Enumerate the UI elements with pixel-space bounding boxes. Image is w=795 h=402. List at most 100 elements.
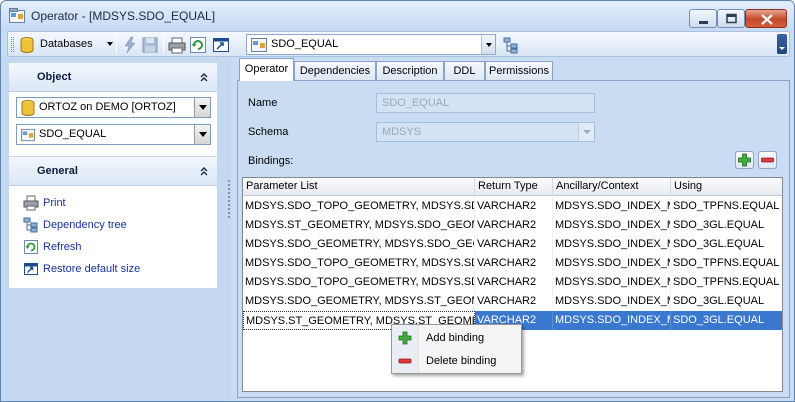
- window-title: Operator - [MDSYS.SDO_EQUAL]: [31, 9, 216, 23]
- bindings-label: Bindings:: [248, 155, 294, 167]
- printer-icon: [23, 195, 39, 211]
- object-selector-value: SDO_EQUAL: [271, 38, 339, 50]
- database-icon: [21, 100, 35, 116]
- context-menu-item-label: Add binding: [426, 332, 485, 344]
- column-header-ancillary-context[interactable]: Ancillary/Context: [553, 178, 671, 196]
- table-row[interactable]: MDSYS.SDO_TOPO_GEOMETRY, MDSYS.SDO_TOPO_…: [243, 197, 782, 216]
- object-selector-combo[interactable]: SDO_EQUAL: [246, 34, 496, 55]
- name-field[interactable]: SDO_EQUAL: [376, 93, 595, 113]
- column-header-using[interactable]: Using: [671, 178, 782, 196]
- tab-ddl[interactable]: DDL: [444, 61, 485, 80]
- schema-combo-value: MDSYS: [382, 126, 422, 138]
- name-field-value: SDO_EQUAL: [382, 97, 450, 109]
- cell-using[interactable]: SDO_3GL.EQUAL: [671, 216, 782, 235]
- cell-return-type[interactable]: VARCHAR2: [475, 273, 553, 292]
- table-row[interactable]: MDSYS.ST_GEOMETRY, MDSYS.SDO_GEOMETRYVAR…: [243, 216, 782, 235]
- database-combo[interactable]: ORTOZ on DEMO [ORTOZ]: [16, 97, 211, 118]
- delete-icon: [398, 358, 412, 364]
- nav-item-label: Print: [43, 197, 66, 209]
- column-header-parameter-list[interactable]: Parameter List: [243, 178, 475, 196]
- chevron-down-icon[interactable]: [481, 35, 495, 54]
- object-combo[interactable]: SDO_EQUAL: [16, 124, 211, 145]
- cell-parameter-list[interactable]: MDSYS.SDO_TOPO_GEOMETRY, MDSYS.SDO_TOPO_…: [243, 197, 475, 216]
- cell-using[interactable]: SDO_TPFNS.EQUAL: [671, 197, 782, 216]
- context-menu-add-binding[interactable]: Add binding: [392, 327, 521, 349]
- compile-icon[interactable]: [121, 36, 139, 54]
- cell-using[interactable]: SDO_3GL.EQUAL: [671, 292, 782, 311]
- cell-ancillary-context[interactable]: MDSYS.SDO_INDEX_METHOD: [553, 292, 671, 311]
- add-icon: [398, 331, 412, 345]
- context-menu-delete-binding[interactable]: Delete binding: [392, 350, 521, 372]
- tab-permissions[interactable]: Permissions: [485, 61, 553, 80]
- collapse-icon[interactable]: [199, 72, 209, 82]
- tab-description-label: Description: [382, 65, 438, 77]
- tab-ddl-label: DDL: [453, 65, 476, 77]
- tab-permissions-label: Permissions: [489, 65, 549, 77]
- collapse-icon[interactable]: [199, 166, 209, 176]
- nav-item-label: Dependency tree: [43, 219, 127, 231]
- databases-menu[interactable]: Databases: [40, 38, 93, 50]
- general-panel-header[interactable]: General: [9, 157, 217, 186]
- chevron-down-icon[interactable]: [194, 125, 210, 144]
- cell-parameter-list[interactable]: MDSYS.ST_GEOMETRY, MDSYS.SDO_GEOMETRY: [243, 216, 475, 235]
- column-header-return-type[interactable]: Return Type: [475, 178, 553, 196]
- table-row[interactable]: MDSYS.SDO_GEOMETRY, MDSYS.SDO_GEOMETRYVA…: [243, 235, 782, 254]
- minimize-button[interactable]: [689, 9, 717, 28]
- cell-ancillary-context[interactable]: MDSYS.SDO_INDEX_METHOD: [553, 311, 671, 330]
- dependency-tree-icon: [23, 217, 38, 233]
- cell-return-type[interactable]: VARCHAR2: [475, 254, 553, 273]
- restore-size-icon: [24, 263, 38, 275]
- object-panel-header[interactable]: Object: [9, 63, 217, 92]
- object-tree-icon[interactable]: [502, 36, 520, 54]
- schema-combo[interactable]: MDSYS: [376, 122, 595, 142]
- cell-parameter-list[interactable]: MDSYS.SDO_GEOMETRY, MDSYS.ST_GEOMETRY: [243, 292, 475, 311]
- chevron-down-icon[interactable]: [578, 123, 594, 141]
- cell-parameter-list[interactable]: MDSYS.SDO_GEOMETRY, MDSYS.SDO_GEOMETRY: [243, 235, 475, 254]
- cell-using[interactable]: SDO_TPFNS.EQUAL: [671, 254, 782, 273]
- toolbar-grip[interactable]: [11, 37, 14, 52]
- cell-ancillary-context[interactable]: MDSYS.SDO_INDEX_METHOD: [553, 235, 671, 254]
- cell-parameter-list[interactable]: MDSYS.SDO_TOPO_GEOMETRY, MDSYS.SDO_TOPO_…: [243, 273, 475, 292]
- maximize-icon: [726, 13, 737, 24]
- table-row[interactable]: MDSYS.SDO_TOPO_GEOMETRY, MDSYS.SDO_TOPO_…: [243, 254, 782, 273]
- add-binding-button[interactable]: [735, 151, 754, 169]
- cell-using[interactable]: SDO_TPFNS.EQUAL: [671, 273, 782, 292]
- toolbar-overflow-button[interactable]: [777, 34, 787, 54]
- cell-ancillary-context[interactable]: MDSYS.SDO_INDEX_METHOD: [553, 216, 671, 235]
- object-panel-title: Object: [37, 71, 72, 83]
- close-button[interactable]: [745, 9, 787, 28]
- restore-size-icon[interactable]: [212, 36, 230, 54]
- save-icon[interactable]: [141, 36, 159, 54]
- tab-dependencies-label: Dependencies: [299, 65, 371, 77]
- database-icon: [20, 37, 34, 53]
- cell-ancillary-context[interactable]: MDSYS.SDO_INDEX_METHOD: [553, 273, 671, 292]
- cell-return-type[interactable]: VARCHAR2: [475, 216, 553, 235]
- cell-ancillary-context[interactable]: MDSYS.SDO_INDEX_METHOD: [553, 254, 671, 273]
- maximize-button[interactable]: [717, 9, 745, 28]
- cell-return-type[interactable]: VARCHAR2: [475, 235, 553, 254]
- cell-parameter-list[interactable]: MDSYS.SDO_TOPO_GEOMETRY, MDSYS.SDO_TOPO_…: [243, 254, 475, 273]
- chevron-down-icon[interactable]: [107, 42, 113, 46]
- context-menu: Add binding Delete binding: [391, 324, 522, 374]
- tab-description[interactable]: Description: [376, 61, 444, 80]
- navigation-pane: Object ORTOZ on DEMO [ORTOZ] SDO_EQUAL G…: [1, 58, 231, 401]
- tab-operator[interactable]: Operator: [239, 58, 294, 81]
- cell-ancillary-context[interactable]: MDSYS.SDO_INDEX_METHOD: [553, 197, 671, 216]
- pane-splitter[interactable]: [227, 179, 231, 219]
- operator-icon: [251, 38, 267, 52]
- cell-using[interactable]: SDO_3GL.EQUAL: [671, 311, 782, 330]
- operator-window: Operator - [MDSYS.SDO_EQUAL] Databases S…: [0, 0, 795, 402]
- cell-return-type[interactable]: VARCHAR2: [475, 197, 553, 216]
- cell-return-type[interactable]: VARCHAR2: [475, 292, 553, 311]
- tab-operator-label: Operator: [244, 63, 289, 75]
- cell-using[interactable]: SDO_3GL.EQUAL: [671, 235, 782, 254]
- printer-icon[interactable]: [168, 36, 186, 54]
- table-row[interactable]: MDSYS.SDO_GEOMETRY, MDSYS.ST_GEOMETRYVAR…: [243, 292, 782, 311]
- schema-label: Schema: [248, 126, 289, 138]
- tab-dependencies[interactable]: Dependencies: [294, 61, 376, 80]
- refresh-icon[interactable]: [189, 36, 207, 54]
- operator-app-icon: [9, 8, 25, 23]
- table-row[interactable]: MDSYS.SDO_TOPO_GEOMETRY, MDSYS.SDO_TOPO_…: [243, 273, 782, 292]
- chevron-down-icon[interactable]: [194, 98, 210, 117]
- delete-binding-button[interactable]: [758, 151, 777, 169]
